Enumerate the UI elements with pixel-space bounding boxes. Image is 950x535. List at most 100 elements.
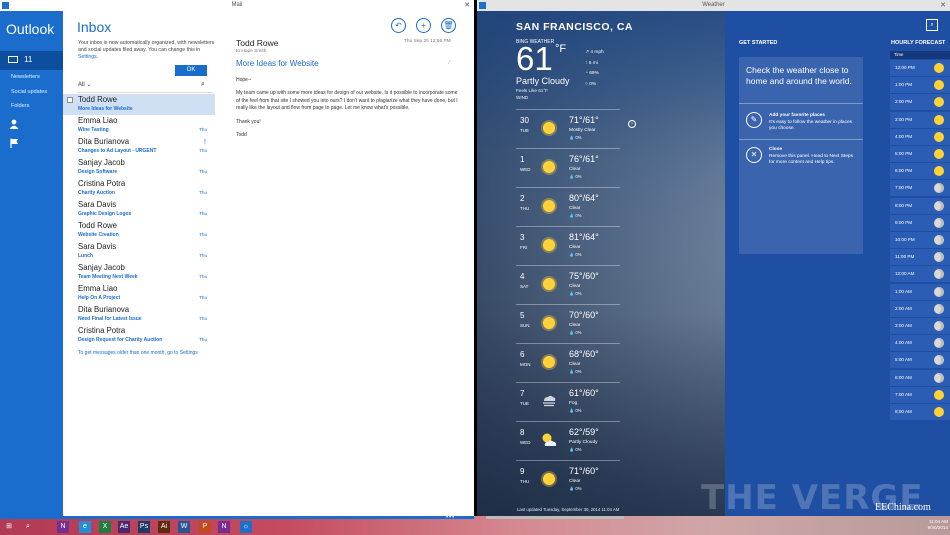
close-panel-title[interactable]: Close — [769, 147, 782, 152]
forecast-precip: 💧 0% — [569, 213, 582, 218]
photoshop-icon[interactable]: Ps — [138, 521, 150, 533]
filter-dropdown[interactable]: All ⌄ — [78, 81, 91, 88]
unread-count: 11 — [24, 55, 33, 64]
new-mail-icon[interactable]: + — [416, 18, 431, 33]
select-checkbox[interactable] — [67, 97, 73, 103]
hourly-row[interactable]: 10:00 PM — [890, 232, 950, 249]
forecast-day-row[interactable]: 7 TUE 61°/60° Fog 💧 0% — [516, 382, 620, 420]
onenote-app-icon[interactable]: N — [218, 521, 230, 533]
hourly-row[interactable]: 5:00 AM — [890, 352, 950, 370]
message-row[interactable]: Cristina Potra Charity Auction Thu — [63, 178, 215, 199]
hourly-row[interactable]: 3:00 PM — [890, 111, 950, 129]
hour-time: 2:00 AM — [895, 305, 912, 311]
message-row[interactable]: Todd Rowe Website Creation Thu — [63, 220, 215, 241]
hourly-row[interactable]: 8:00 PM — [890, 197, 950, 215]
reply-icon[interactable]: ↶ — [391, 18, 406, 33]
scroll-indicator-icon[interactable]: › — [628, 120, 636, 128]
message-row[interactable]: Sanjay Jacob Team Meeting Next Week Thu — [63, 262, 215, 283]
forecast-day-row[interactable]: 2 THU 80°/64° Clear 💧 0% — [516, 187, 620, 225]
illustrator-icon[interactable]: Ai — [158, 521, 170, 533]
account-item[interactable]: 11 — [0, 51, 63, 70]
message-sender: Dita Burianova — [78, 305, 130, 314]
edit-icon[interactable]: ✎ — [746, 112, 762, 128]
folder-folders[interactable]: Folders — [11, 103, 29, 109]
excel-icon[interactable]: X — [99, 521, 111, 533]
close-icon[interactable]: ✕ — [464, 1, 470, 9]
people-icon[interactable] — [9, 119, 19, 129]
flag-icon[interactable] — [9, 138, 19, 148]
settings-link[interactable]: Settings. — [78, 54, 98, 60]
ok-button[interactable]: OK — [175, 65, 207, 76]
folder-newsletters[interactable]: Newsletters — [11, 74, 40, 80]
hourly-row[interactable]: 9:00 PM — [890, 214, 950, 232]
message-row[interactable]: Sara Davis Lunch Thu — [63, 241, 215, 262]
hourly-row[interactable]: 7:00 AM — [890, 386, 950, 404]
forecast-day-row[interactable]: 1 WED 76°/61° Clear 💧 0% — [516, 148, 620, 186]
forecast-day-row[interactable]: 5 SUN 70°/60° Clear 💧 0% — [516, 304, 620, 342]
after-effects-icon[interactable]: Ae — [118, 521, 130, 533]
forecast-day-row[interactable]: 9 THU 71°/60° Clear 💧 0% — [516, 460, 620, 498]
close-circle-icon[interactable]: ✕ — [746, 147, 762, 163]
hourly-row[interactable]: 4:00 AM — [890, 335, 950, 353]
onenote-icon[interactable]: N — [57, 521, 69, 533]
hourly-row[interactable]: 12:00 AM — [890, 266, 950, 284]
sun-icon — [543, 317, 555, 329]
message-row[interactable]: Dita Burianova Changes to Ad Layout - URG… — [63, 136, 215, 157]
search-icon[interactable]: ⌕ — [22, 521, 34, 533]
older-messages-link[interactable]: To get messages older than one month, go… — [78, 350, 198, 356]
pin-icon[interactable]: ⁄ — [449, 60, 450, 66]
search-icon[interactable]: ⌕ — [201, 81, 205, 89]
message-row[interactable]: Todd Rowe More Ideas for Website — [63, 94, 215, 115]
hourly-row[interactable]: 12:00 PM — [890, 60, 950, 77]
hourly-row[interactable]: 11:00 PM — [890, 249, 950, 267]
system-clock[interactable]: 11:04 AM 9/30/2014 — [922, 519, 948, 531]
hourly-row[interactable]: 2:00 PM — [890, 94, 950, 112]
forecast-day-row[interactable]: 8 WED 62°/59° Partly Cloudy 💧 0% — [516, 421, 620, 459]
hour-time: 11:00 PM — [895, 254, 915, 260]
hourly-row[interactable]: 5:00 PM — [890, 146, 950, 163]
message-date: Thu — [199, 169, 207, 174]
forecast-day-row[interactable]: 6 MON 68°/60° Clear 💧 0% — [516, 343, 620, 381]
message-row[interactable]: Sara Davis Graphic Design Logos Thu — [63, 199, 215, 220]
message-sender: Sanjay Jacob — [78, 158, 125, 167]
sun-icon — [543, 473, 555, 485]
hourly-row[interactable]: 4:00 PM — [890, 128, 950, 146]
message-row[interactable]: Sanjay Jacob Design Software Thu — [63, 157, 215, 178]
word-icon[interactable]: W — [178, 521, 190, 533]
hourly-row[interactable]: 3:00 AM — [890, 318, 950, 335]
weather-titlebar[interactable]: Weather ✕ — [477, 0, 950, 11]
hourly-row[interactable]: 8:00 AM — [890, 404, 950, 421]
hourly-row[interactable]: 7:00 PM — [890, 180, 950, 198]
hourly-row[interactable]: 1:00 PM — [890, 77, 950, 95]
powerpoint-icon[interactable]: P — [199, 521, 211, 533]
hourly-row[interactable]: 6:00 AM — [890, 369, 950, 387]
forecast-day-row[interactable]: 30 TUE 71°/61° Mostly Clear 💧 0% — [516, 109, 620, 147]
forecast-day-row[interactable]: 3 FRI 81°/64° Clear 💧 0% — [516, 226, 620, 264]
hourly-row[interactable]: 1:00 AM — [890, 283, 950, 301]
hourly-row[interactable]: 2:00 AM — [890, 300, 950, 318]
message-sender: Sanjay Jacob — [78, 263, 125, 272]
message-row[interactable]: Emma Liao Wine Tasting Thu — [63, 115, 215, 136]
search-icon[interactable]: ⌕ — [926, 19, 938, 31]
message-row[interactable]: Emma Liao Help On A Project Thu — [63, 283, 215, 304]
snap-grip-icon[interactable]: ••• — [446, 515, 455, 521]
source-watermark: EEChina.com — [875, 502, 931, 513]
message-date: Thu — [199, 316, 207, 321]
forecast-precip: 💧 0% — [569, 330, 582, 335]
hourly-row[interactable]: 6:00 PM — [890, 163, 950, 181]
folder-social-updates[interactable]: Social updates — [11, 89, 47, 95]
add-places-title[interactable]: Add your favorite places — [769, 113, 825, 118]
reader-recipient: to Hope Smith — [236, 49, 267, 54]
mail-titlebar[interactable]: Mail ✕ — [0, 0, 474, 11]
forecast-date: 30 — [520, 116, 529, 125]
start-icon[interactable]: ⊞ — [3, 521, 15, 533]
message-subject: Design Software — [78, 169, 118, 175]
forecast-date: 8 — [520, 428, 525, 437]
message-row[interactable]: Cristina Potra Design Request for Charity… — [63, 325, 215, 346]
close-icon[interactable]: ✕ — [940, 1, 946, 9]
internet-explorer-icon[interactable]: e — [79, 521, 91, 533]
message-row[interactable]: Dita Burianova Need Final for Latest Issu… — [63, 304, 215, 325]
weather-app-icon[interactable]: ☼ — [240, 521, 252, 533]
delete-icon[interactable]: 🗑 — [441, 18, 456, 33]
forecast-day-row[interactable]: 4 SAT 75°/60° Clear 💧 0% — [516, 265, 620, 303]
